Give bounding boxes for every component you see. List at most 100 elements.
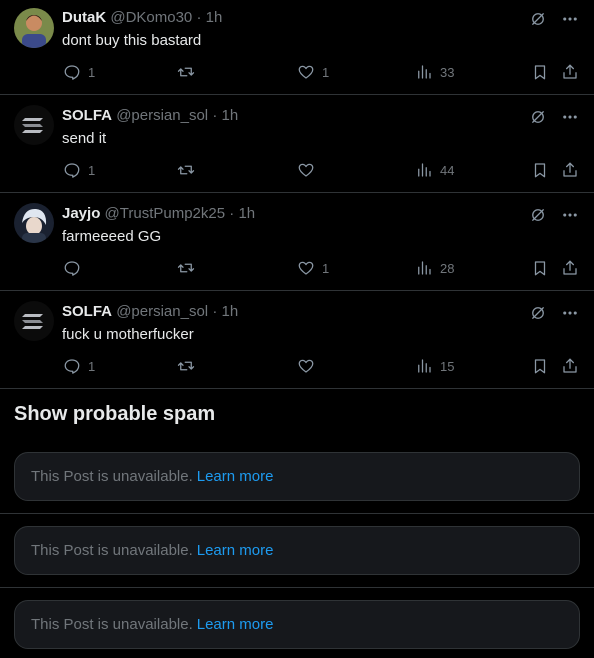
learn-more-link[interactable]: Learn more bbox=[197, 542, 274, 559]
avatar[interactable] bbox=[14, 203, 54, 243]
separator: · bbox=[196, 9, 202, 26]
post-text: farmeeeed GG bbox=[62, 228, 162, 245]
reply-button[interactable]: 1 bbox=[62, 62, 95, 82]
post[interactable]: SOLFA @persian_sol · 1h send it 1 44 bbox=[0, 95, 594, 193]
views-count: 15 bbox=[440, 358, 455, 374]
user-handle[interactable]: @persian_sol bbox=[116, 303, 208, 320]
user-handle[interactable]: @persian_sol bbox=[116, 107, 208, 124]
bookmark-icon bbox=[530, 160, 550, 180]
unavailable-text: This Post is unavailable. bbox=[31, 616, 193, 633]
share-button[interactable] bbox=[560, 356, 580, 376]
grok-icon[interactable] bbox=[528, 303, 548, 323]
unavailable-post: This Post is unavailable. Learn more bbox=[14, 600, 580, 649]
repost-icon bbox=[176, 160, 196, 180]
grok-icon[interactable] bbox=[528, 205, 548, 225]
bookmark-icon bbox=[530, 258, 550, 278]
post-actions: 1 28 bbox=[62, 258, 580, 280]
display-name[interactable]: SOLFA bbox=[62, 107, 112, 124]
more-icon[interactable] bbox=[560, 9, 580, 29]
post-time[interactable]: 1h bbox=[221, 107, 238, 124]
post-header: SOLFA @persian_sol · 1h bbox=[62, 303, 524, 321]
share-button[interactable] bbox=[560, 160, 580, 180]
repost-button[interactable] bbox=[176, 160, 202, 180]
views-icon bbox=[414, 258, 434, 278]
reply-button[interactable]: 1 bbox=[62, 356, 95, 376]
bookmark-button[interactable] bbox=[530, 356, 550, 376]
more-icon[interactable] bbox=[560, 107, 580, 127]
views-button[interactable]: 44 bbox=[414, 160, 454, 180]
post-time[interactable]: 1h bbox=[221, 303, 238, 320]
more-icon[interactable] bbox=[560, 303, 580, 323]
post[interactable]: SOLFA @persian_sol · 1h fuck u motherfuc… bbox=[0, 291, 594, 389]
repost-icon bbox=[176, 62, 196, 82]
reply-button[interactable]: 1 bbox=[62, 160, 95, 180]
avatar[interactable] bbox=[14, 8, 54, 48]
post-time[interactable]: 1h bbox=[238, 205, 255, 222]
share-icon bbox=[560, 62, 580, 82]
post-actions: 1 44 bbox=[62, 160, 580, 182]
post-header: DutaK @DKomo30 · 1h bbox=[62, 9, 524, 27]
grok-icon[interactable] bbox=[528, 9, 548, 29]
post-time[interactable]: 1h bbox=[206, 9, 223, 26]
like-button[interactable] bbox=[296, 356, 322, 376]
like-icon bbox=[296, 258, 316, 278]
like-icon bbox=[296, 356, 316, 376]
like-button[interactable]: 1 bbox=[296, 62, 329, 82]
post-text: fuck u motherfucker bbox=[62, 326, 194, 343]
reply-icon bbox=[62, 356, 82, 376]
grok-icon[interactable] bbox=[528, 107, 548, 127]
like-button[interactable]: 1 bbox=[296, 258, 329, 278]
bookmark-button[interactable] bbox=[530, 62, 550, 82]
divider bbox=[0, 513, 594, 514]
display-name[interactable]: DutaK bbox=[62, 9, 106, 26]
divider bbox=[0, 587, 594, 588]
views-button[interactable]: 15 bbox=[414, 356, 454, 376]
reply-icon bbox=[62, 62, 82, 82]
like-button[interactable] bbox=[296, 160, 322, 180]
spam-section-header[interactable]: Show probable spam bbox=[14, 403, 215, 426]
bookmark-icon bbox=[530, 356, 550, 376]
views-icon bbox=[414, 160, 434, 180]
post[interactable]: Jayjo @TrustPump2k25 · 1h farmeeeed GG 1… bbox=[0, 193, 594, 291]
like-count: 1 bbox=[322, 260, 330, 276]
display-name[interactable]: SOLFA bbox=[62, 303, 112, 320]
avatar[interactable] bbox=[14, 105, 54, 145]
separator: · bbox=[212, 107, 218, 124]
learn-more-link[interactable]: Learn more bbox=[197, 468, 274, 485]
bookmark-button[interactable] bbox=[530, 160, 550, 180]
repost-icon bbox=[176, 258, 196, 278]
share-button[interactable] bbox=[560, 62, 580, 82]
learn-more-link[interactable]: Learn more bbox=[197, 616, 274, 633]
views-button[interactable]: 28 bbox=[414, 258, 454, 278]
views-icon bbox=[414, 356, 434, 376]
bookmark-button[interactable] bbox=[530, 258, 550, 278]
views-count: 33 bbox=[440, 64, 455, 80]
avatar[interactable] bbox=[14, 301, 54, 341]
share-icon bbox=[560, 160, 580, 180]
share-icon bbox=[560, 258, 580, 278]
share-icon bbox=[560, 356, 580, 376]
views-button[interactable]: 33 bbox=[414, 62, 454, 82]
views-count: 28 bbox=[440, 260, 455, 276]
reply-icon bbox=[62, 160, 82, 180]
post[interactable]: DutaK @DKomo30 · 1h dont buy this bastar… bbox=[0, 0, 594, 95]
share-button[interactable] bbox=[560, 258, 580, 278]
reply-count: 1 bbox=[88, 162, 96, 178]
like-count: 1 bbox=[322, 64, 330, 80]
unavailable-text: This Post is unavailable. bbox=[31, 542, 193, 559]
user-handle[interactable]: @DKomo30 bbox=[110, 9, 192, 26]
separator: · bbox=[229, 205, 235, 222]
repost-button[interactable] bbox=[176, 356, 202, 376]
reply-count: 1 bbox=[88, 64, 96, 80]
like-icon bbox=[296, 160, 316, 180]
post-text: send it bbox=[62, 130, 107, 147]
reply-button[interactable] bbox=[62, 258, 88, 278]
post-header: Jayjo @TrustPump2k25 · 1h bbox=[62, 205, 524, 223]
more-icon[interactable] bbox=[560, 205, 580, 225]
reply-count: 1 bbox=[88, 358, 96, 374]
post-actions: 1 1 33 bbox=[62, 62, 580, 84]
display-name[interactable]: Jayjo bbox=[62, 205, 100, 222]
user-handle[interactable]: @TrustPump2k25 bbox=[105, 205, 226, 222]
repost-button[interactable] bbox=[176, 258, 202, 278]
repost-button[interactable] bbox=[176, 62, 202, 82]
